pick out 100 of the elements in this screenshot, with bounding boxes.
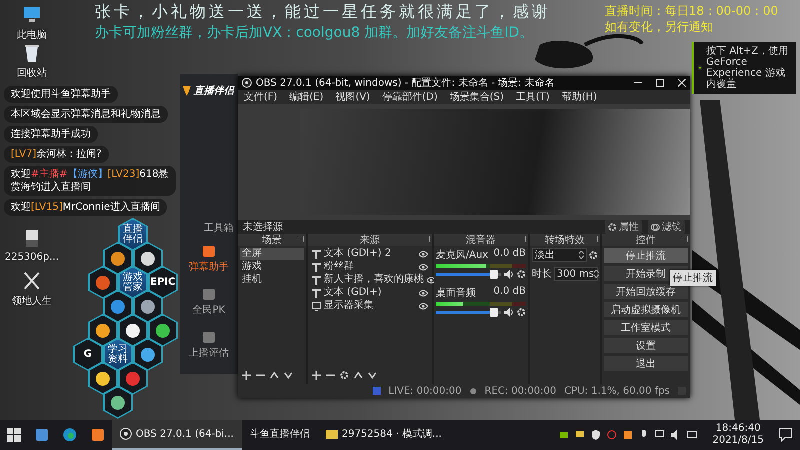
close-icon[interactable] xyxy=(678,79,686,87)
channel-name: 麦克风/Aux xyxy=(436,248,488,262)
menu-item[interactable]: 帮助(H) xyxy=(562,90,598,104)
taskbar-button[interactable]: 斗鱼直播伴侣 xyxy=(242,420,318,450)
tool-icon xyxy=(202,245,216,258)
speaker-icon[interactable] xyxy=(504,270,514,279)
app-icon[interactable] xyxy=(90,427,106,443)
transition-select[interactable]: 淡出 xyxy=(532,248,587,262)
schedule-text: 直播时间：每日18：00-00：00 xyxy=(605,3,778,20)
menu-item[interactable]: 编辑(E) xyxy=(290,90,324,104)
chat-message: 本区域会显示弹幕消息和礼物消息 xyxy=(4,106,168,123)
app-icon[interactable] xyxy=(34,427,50,443)
tool-button[interactable]: 全民PK xyxy=(180,288,238,317)
spinner-icon xyxy=(594,270,600,278)
control-button[interactable]: 工作室模式 xyxy=(604,320,688,335)
eye-icon[interactable] xyxy=(419,302,428,310)
text-source-icon xyxy=(312,250,321,258)
eye-icon[interactable] xyxy=(427,276,436,284)
db-reading: 0.0 dB xyxy=(494,286,526,299)
desktop-shortcut[interactable]: 此电脑 xyxy=(0,4,64,42)
control-button[interactable]: 停止推流 xyxy=(604,248,688,263)
desktop-shortcut[interactable]: 225306p... xyxy=(0,228,64,263)
duration-field[interactable]: 300 ms xyxy=(554,267,598,281)
tooltip: 停止推流 xyxy=(670,270,716,286)
filters-button[interactable]: 滤镜 xyxy=(648,220,685,234)
chat-message: 欢迎[LV15]MrConnie进入直播间 xyxy=(4,199,168,216)
undock-icon[interactable] xyxy=(298,236,304,242)
eye-icon[interactable] xyxy=(419,250,428,258)
undock-icon[interactable] xyxy=(520,236,526,242)
keyboard-icon[interactable] xyxy=(686,430,697,440)
gear-icon[interactable] xyxy=(517,308,526,317)
nvidia-icon[interactable] xyxy=(558,430,569,440)
app-icon xyxy=(95,274,111,290)
app-icon[interactable] xyxy=(622,430,633,440)
undock-icon[interactable] xyxy=(424,236,430,242)
taskbar-clock[interactable]: 18:46:40 2021/8/15 xyxy=(704,423,772,447)
slider-thumb[interactable] xyxy=(490,308,498,317)
monitor-icon[interactable] xyxy=(574,430,585,440)
taskbar-button[interactable]: 29752584 · 模式调... xyxy=(318,420,450,450)
menu-item[interactable]: 停靠部件(D) xyxy=(382,90,438,104)
gear-icon[interactable] xyxy=(517,270,526,279)
scene-item[interactable]: 挂机 xyxy=(240,274,304,286)
control-button[interactable]: 启动虚拟摄像机 xyxy=(604,302,688,317)
duration-label: 时长 xyxy=(532,268,552,281)
add-icon[interactable] xyxy=(242,371,251,380)
launcher-tile[interactable]: G xyxy=(73,338,103,371)
source-item[interactable]: 文本 (GDI+) xyxy=(310,287,430,299)
menu-item[interactable]: 场景集合(S) xyxy=(450,90,504,104)
overlay-notice-text: 张卡，小礼物送一送，能过一星任务就很满足了，感谢 xyxy=(95,2,551,23)
notification-icon[interactable] xyxy=(779,428,793,442)
taskbar-button[interactable]: OBS 27.0.1 (64-bi... xyxy=(112,420,242,450)
app-icon xyxy=(140,346,156,362)
source-item[interactable]: 显示器采集 xyxy=(310,300,430,312)
down-icon[interactable] xyxy=(284,371,293,380)
desktop-shortcut[interactable]: 领地人生 xyxy=(0,270,64,308)
control-button[interactable]: 退出 xyxy=(604,356,688,371)
live-status: LIVE: 00:00:00 xyxy=(388,386,462,396)
dock-title: 来源 xyxy=(360,234,380,247)
eye-icon[interactable] xyxy=(419,264,428,270)
gear-icon[interactable] xyxy=(340,371,349,380)
chat-message: 欢迎使用斗鱼弹幕助手 xyxy=(4,86,118,103)
windows-logo-icon[interactable] xyxy=(6,427,22,443)
menu-item[interactable]: 文件(F) xyxy=(244,90,278,104)
shield-icon[interactable] xyxy=(590,430,601,440)
control-button[interactable]: 开始回放缓存 xyxy=(604,284,688,299)
up-icon[interactable] xyxy=(354,371,363,380)
add-icon[interactable] xyxy=(312,371,321,380)
browser-icon[interactable] xyxy=(62,427,78,443)
network-icon[interactable] xyxy=(654,430,665,440)
chat-message: 连接弹幕助手成功 xyxy=(4,126,98,143)
speaker-icon[interactable] xyxy=(504,308,514,317)
properties-button[interactable]: 属性 xyxy=(605,220,642,234)
down-icon[interactable] xyxy=(368,371,377,380)
source-item[interactable]: 新人主播，喜欢的康桃 xyxy=(310,274,430,286)
undock-icon[interactable] xyxy=(592,236,598,242)
source-item[interactable]: 文本 (GDI+) 2 xyxy=(310,248,430,260)
maximize-icon[interactable] xyxy=(656,79,664,87)
launcher-tile[interactable] xyxy=(103,386,133,419)
source-item[interactable]: 粉丝群 xyxy=(310,261,430,273)
menu-item[interactable]: 工具(T) xyxy=(516,90,550,104)
tool-button[interactable]: 弹幕助手 xyxy=(180,245,238,274)
record-icon xyxy=(470,388,477,394)
app-logo-icon xyxy=(182,85,192,97)
tool-button[interactable]: 上播评估 xyxy=(180,331,238,360)
control-button[interactable]: 设置 xyxy=(604,338,688,353)
selection-status: 未选择源 xyxy=(243,220,284,234)
gear-icon[interactable] xyxy=(589,250,598,260)
undock-icon[interactable] xyxy=(682,236,688,242)
eye-icon[interactable] xyxy=(419,290,428,296)
up-icon[interactable] xyxy=(270,371,279,380)
launcher-tile[interactable] xyxy=(88,266,118,299)
overlay-notice-text: 办卡可加粉丝群，办卡后加VX：coolgou8 加群。加好友备注斗鱼ID。 xyxy=(95,24,534,42)
scene-item[interactable]: 游戏 xyxy=(240,261,304,273)
menu-item[interactable]: 视图(V) xyxy=(336,90,370,104)
slider-thumb[interactable] xyxy=(490,270,498,279)
app-icon xyxy=(125,322,141,338)
live-indicator-icon xyxy=(372,387,381,395)
app-icon xyxy=(110,250,126,266)
scene-item[interactable]: 全屏 xyxy=(240,248,304,260)
desktop-shortcut[interactable]: 回收站 xyxy=(0,42,64,80)
